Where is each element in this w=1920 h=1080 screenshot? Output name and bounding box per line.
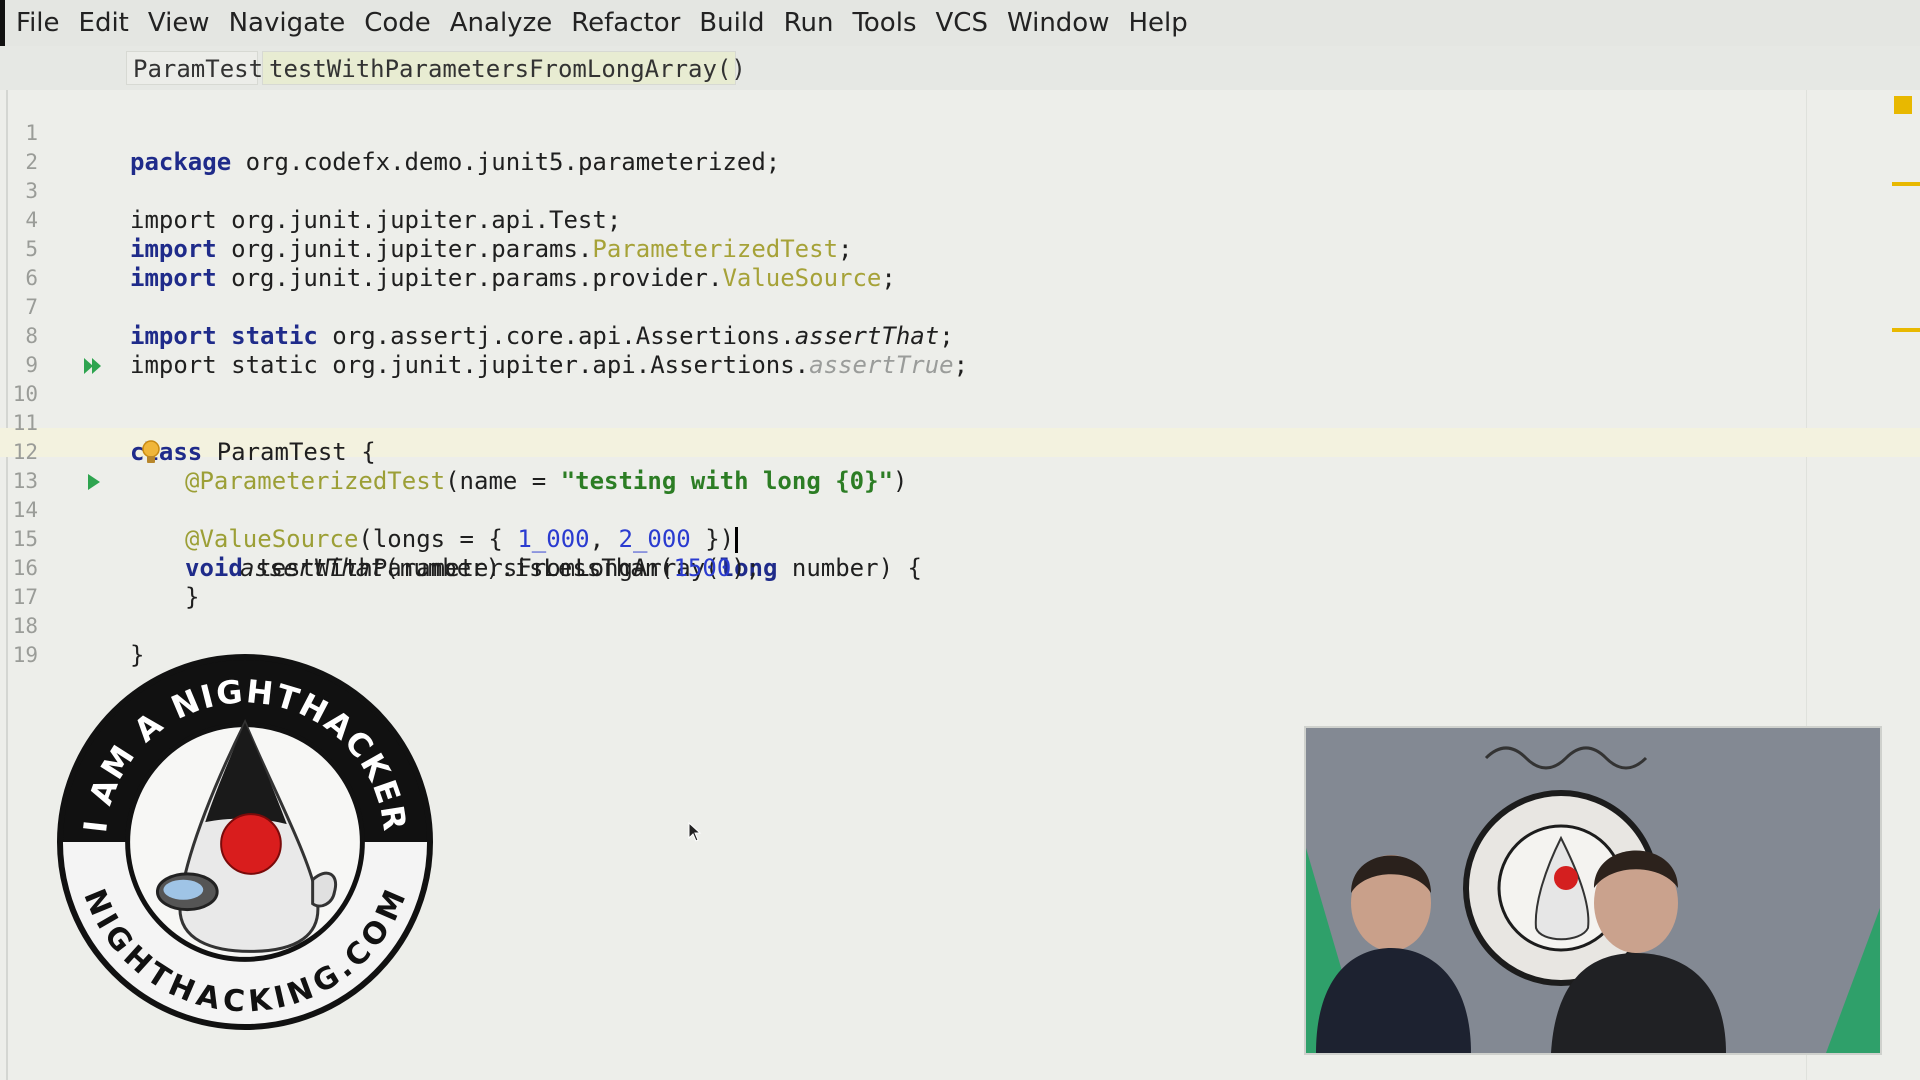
code-line[interactable]: 13 @ValueSource(longs = { 1_000, 2_000 }…	[0, 438, 1920, 553]
menu-tools[interactable]: Tools	[844, 8, 924, 38]
menu-bar: File Edit View Navigate Code Analyze Ref…	[0, 0, 1920, 46]
menu-help[interactable]: Help	[1120, 8, 1195, 38]
menu-build[interactable]: Build	[691, 8, 772, 38]
breadcrumb-method[interactable]: testWithParametersFromLongArray()	[262, 51, 746, 85]
menu-navigate[interactable]: Navigate	[221, 8, 354, 38]
code-line[interactable]: 18 }	[0, 583, 1920, 669]
code-line[interactable]: 6	[0, 235, 1920, 290]
code-line[interactable]: 19	[0, 612, 1920, 667]
run-all-icon[interactable]	[82, 356, 104, 376]
code-line[interactable]: 3 import org.junit.jupiter.api.Test;	[0, 148, 1920, 234]
breadcrumb: ParamTest testWithParametersFromLongArra…	[0, 46, 1920, 91]
menu-analyze[interactable]: Analyze	[442, 8, 560, 38]
code-line[interactable]: 10 class ParamTest {	[0, 351, 1920, 466]
code-line[interactable]: 17	[0, 554, 1920, 609]
menu-file[interactable]: File	[8, 8, 68, 38]
code-line[interactable]: 14 void testWithParametersFromLongArray(…	[0, 467, 1920, 582]
nighthacker-logo: I AM A NIGHTHACKER NIGHTHACKING.COM	[56, 653, 434, 1031]
code-line[interactable]: 9	[0, 322, 1920, 377]
code-line[interactable]: 15 assertThat(number).isLessThan(1500);	[0, 496, 1920, 582]
webcam-video	[1306, 728, 1880, 1053]
menu-code[interactable]: Code	[356, 8, 439, 38]
code-line[interactable]: 8 import static org.junit.jupiter.api.As…	[0, 293, 1920, 379]
lightbulb-icon[interactable]	[140, 439, 162, 467]
code-line[interactable]: 1 package org.codefx.demo.junit5.paramet…	[0, 90, 1920, 176]
menu-edit[interactable]: Edit	[71, 8, 137, 38]
code-line[interactable]: 12 @ParameterizedTest(name = "testing wi…	[0, 409, 1920, 495]
code-line[interactable]: 5 import org.junit.jupiter.params.provid…	[0, 206, 1920, 292]
window-edge	[0, 0, 5, 46]
line-number: 19	[12, 643, 38, 667]
mouse-cursor-icon	[688, 822, 702, 842]
code-line[interactable]: 4 import org.junit.jupiter.params.Parame…	[0, 177, 1920, 263]
code-line[interactable]: 11	[0, 380, 1920, 435]
code-line[interactable]: 16 }	[0, 525, 1920, 611]
menu-view[interactable]: View	[140, 8, 218, 38]
run-icon[interactable]	[86, 472, 102, 492]
menu-window[interactable]: Window	[999, 8, 1118, 38]
code-line[interactable]: 7 import static org.assertj.core.api.Ass…	[0, 264, 1920, 350]
menu-vcs[interactable]: VCS	[928, 8, 996, 38]
code-line[interactable]: 2	[0, 119, 1920, 174]
menu-run[interactable]: Run	[776, 8, 842, 38]
menu-refactor[interactable]: Refactor	[563, 8, 688, 38]
breadcrumb-class[interactable]: ParamTest	[126, 51, 263, 85]
